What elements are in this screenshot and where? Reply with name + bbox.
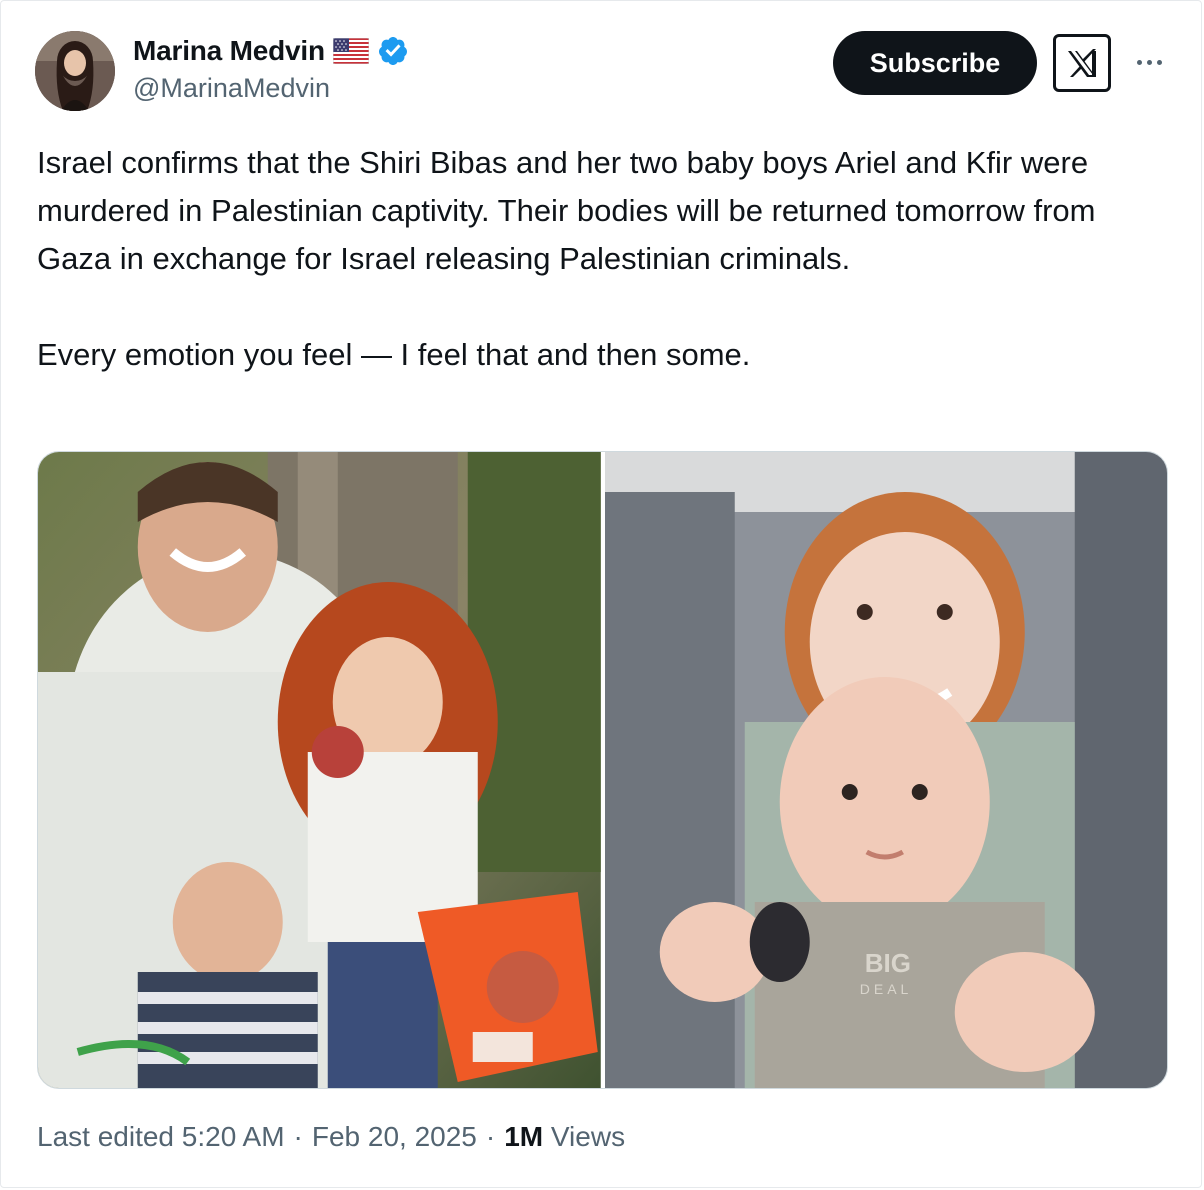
tweet-card: Marina Medvin @MarinaMedvin Subscribe Is… — [0, 0, 1202, 1188]
avatar[interactable] — [35, 31, 115, 111]
us-flag-icon — [332, 38, 369, 64]
svg-text:BIG: BIG — [864, 948, 910, 978]
more-dot-icon — [1136, 59, 1142, 65]
svg-text:DEAL: DEAL — [859, 981, 912, 997]
views-label[interactable]: Views — [551, 1121, 625, 1153]
views-count[interactable]: 1M — [504, 1121, 543, 1153]
subscribe-button[interactable]: Subscribe — [833, 31, 1037, 95]
timestamp-date[interactable]: Feb 20, 2025 — [312, 1121, 477, 1153]
more-dot-icon — [1146, 59, 1152, 65]
tweet-footer: Last edited 5:20 AM · Feb 20, 2025 · 1M … — [37, 1121, 625, 1153]
separator: · — [485, 1121, 496, 1152]
timestamp-time[interactable]: 5:20 AM — [182, 1121, 285, 1153]
verified-badge-icon[interactable] — [377, 35, 409, 67]
author-handle[interactable]: @MarinaMedvin — [133, 73, 330, 104]
more-dot-icon — [1156, 59, 1162, 65]
separator: · — [293, 1121, 303, 1152]
edited-label[interactable]: Last edited — [37, 1121, 174, 1153]
photo-two-boys[interactable]: BIG DEAL — [604, 452, 1167, 1088]
photo-mother-with-children[interactable] — [38, 452, 601, 1088]
tweet-text: Israel confirms that the Shiri Bibas and… — [37, 145, 1096, 372]
tweet-media[interactable]: BIG DEAL — [37, 451, 1168, 1089]
author-display-name[interactable]: Marina Medvin — [133, 35, 325, 67]
more-options-icon[interactable] — [1129, 47, 1169, 77]
author-name-row: Marina Medvin — [133, 33, 409, 69]
x-logo-icon[interactable] — [1053, 34, 1111, 92]
